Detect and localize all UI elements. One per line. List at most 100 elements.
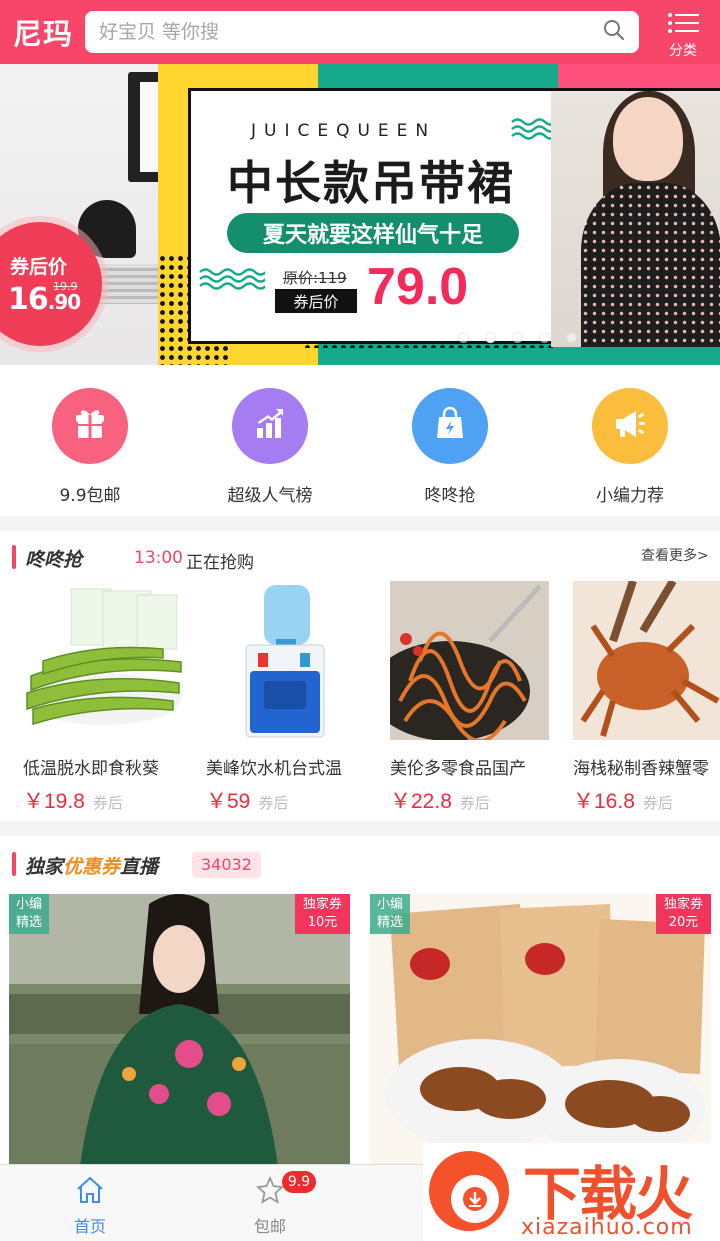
tab-free-shipping[interactable]: 包邮 9.9	[180, 1165, 360, 1241]
pager-dot[interactable]	[512, 332, 523, 343]
product-name: 海栈秘制香辣蟹零	[573, 759, 709, 779]
quicknav-label: 超级人气榜	[227, 486, 313, 506]
product-price: ￥19.8	[23, 790, 85, 813]
quicknav-free-shipping[interactable]: 9.9包邮	[0, 365, 180, 516]
search-icon[interactable]	[603, 19, 625, 45]
pager-dot[interactable]	[458, 332, 469, 343]
quicknav-editor-pick[interactable]: 小编力荐	[540, 365, 720, 516]
tab-label: 包邮	[253, 1217, 286, 1236]
menu-icon	[667, 12, 699, 38]
exclusive-coupon-badge: 独家券 20元	[656, 894, 711, 934]
app-logo[interactable]: 尼玛	[0, 0, 86, 64]
exclusive-title-c: 直播	[120, 856, 159, 878]
banner-orig-price: 原价:119	[283, 269, 347, 287]
banner-subtitle: 夏天就要这样仙气十足	[227, 213, 519, 253]
banner-pager	[458, 332, 577, 343]
quicknav-flash-sale[interactable]: 咚咚抢	[360, 365, 540, 516]
pager-dot[interactable]	[566, 332, 577, 343]
product-price: ￥22.8	[390, 790, 452, 813]
coupon-tag: 券后	[459, 794, 490, 812]
coupon-tag-title: 券后价	[10, 256, 68, 278]
fire-logo-icon	[429, 1151, 509, 1231]
top-header: 尼玛 分类	[0, 0, 720, 64]
search-box[interactable]	[85, 11, 639, 53]
exclusive-title-a: 独家	[25, 856, 64, 878]
product-name: 低温脱水即食秋葵	[23, 759, 159, 779]
product-card[interactable]: 小编 精选 独家券 10元	[9, 894, 350, 1174]
product-image-fashion	[9, 894, 350, 1174]
exclusive-coupon-badge: 独家券 10元	[295, 894, 350, 934]
product-price: ￥16.8	[573, 790, 635, 813]
flash-sale-list[interactable]: 低温脱水即食秋葵 ￥19.8 券后 美峰饮水机台式温 ￥59 券后 美伦多零食品…	[0, 581, 720, 821]
product-image-okra[interactable]	[23, 581, 182, 740]
price-row: ￥19.8 券后	[23, 785, 188, 815]
download-icon	[463, 1187, 487, 1211]
product-image-duck-snacks	[370, 894, 711, 1174]
app-page: 尼玛 分类 券后价 19.9 16.90	[0, 0, 720, 1241]
search-input[interactable]	[99, 21, 603, 43]
banner-carousel[interactable]: 券后价 19.9 16.90 JUICEQUEEN 中长款吊带裙 夏天就要这样仙…	[0, 64, 720, 365]
product-image-water-dispenser[interactable]	[206, 581, 365, 740]
quicknav-label: 咚咚抢	[424, 486, 476, 506]
flash-sale-item[interactable]: 美峰饮水机台式温 ￥59 券后	[206, 581, 371, 815]
pager-dot[interactable]	[485, 332, 496, 343]
quicknav-icon-bg	[232, 388, 308, 464]
product-price: ￥59	[206, 790, 251, 813]
flash-sale-title: 咚咚抢	[25, 549, 83, 571]
badge-amount: 10元	[307, 915, 338, 930]
coupon-tag: 券后	[258, 794, 289, 812]
quicknav-icon-bg	[412, 388, 488, 464]
quicknav-label: 小编力荐	[596, 486, 664, 506]
product-name: 美峰饮水机台式温	[206, 759, 342, 779]
home-icon	[75, 1175, 105, 1209]
monitor-screen	[140, 82, 160, 172]
product-name: 美伦多零食品国产	[390, 759, 526, 779]
coupon-tag: 券后	[642, 794, 673, 812]
category-label: 分类	[669, 43, 697, 59]
banner-coupon-label: 券后价	[275, 289, 357, 313]
wave-icon	[199, 267, 267, 295]
quicknav-icon-bg	[592, 388, 668, 464]
banner-price: 79.0	[367, 258, 469, 316]
coupon-tag-price-dec: .90	[47, 290, 81, 314]
chart-up-icon	[252, 406, 288, 446]
product-image-noodles[interactable]	[390, 581, 549, 740]
banner-brand: JUICEQUEEN	[251, 121, 437, 141]
section-accent-bar	[12, 545, 16, 569]
price-row: ￥22.8 券后	[390, 785, 555, 815]
banner-main-slide[interactable]: JUICEQUEEN 中长款吊带裙 夏天就要这样仙气十足 原价:119 券后价 …	[158, 64, 720, 365]
flash-sale-header: 咚咚抢 13:00 正在抢购 查看更多>	[0, 531, 720, 581]
product-image-crab[interactable]	[573, 581, 720, 740]
badge-label: 独家券	[663, 897, 703, 912]
price-row: ￥59 券后	[206, 785, 371, 815]
editor-pick-badge: 小编 精选	[370, 894, 410, 934]
tab-home[interactable]: 首页	[0, 1165, 180, 1241]
banner-left-slide[interactable]: 券后价 19.9 16.90	[0, 64, 168, 365]
banner-card: JUICEQUEEN 中长款吊带裙 夏天就要这样仙气十足 原价:119 券后价 …	[188, 88, 720, 347]
badge-amount: 20元	[668, 915, 699, 930]
badge-label: 独家券	[302, 897, 342, 912]
watermark-logo: 下载火 xiazaihuo.com	[423, 1143, 720, 1241]
model-dress	[581, 183, 720, 347]
flash-sale-item[interactable]: 低温脱水即食秋葵 ￥19.8 券后	[23, 581, 188, 815]
flash-sale-time: 13:00	[134, 548, 183, 568]
view-more-link[interactable]: 查看更多>	[641, 545, 709, 565]
megaphone-icon	[612, 406, 648, 446]
watermark-url: xiazaihuo.com	[521, 1215, 693, 1240]
tab-badge: 9.9	[282, 1171, 316, 1193]
flash-sale-item[interactable]: 海栈秘制香辣蟹零 ￥16.8 券后	[573, 581, 720, 815]
banner-title: 中长款吊带裙	[227, 156, 515, 210]
pager-dot[interactable]	[539, 332, 550, 343]
gift-icon	[72, 406, 108, 446]
coupon-tag-price-int: 16	[8, 282, 49, 317]
star-icon	[255, 1175, 285, 1209]
flash-sale-section: 咚咚抢 13:00 正在抢购 查看更多> 低温脱水即食秋葵 ￥19.8 券后 美…	[0, 531, 720, 821]
quicknav-icon-bg	[52, 388, 128, 464]
flash-sale-item[interactable]: 美伦多零食品国产 ￥22.8 券后	[390, 581, 555, 815]
product-card[interactable]: 小编 精选 独家券 20元	[370, 894, 711, 1174]
quicknav-label: 9.9包邮	[59, 486, 121, 506]
quicknav-popular[interactable]: 超级人气榜	[180, 365, 360, 516]
category-button[interactable]: 分类	[656, 12, 710, 59]
tab-label: 首页	[73, 1217, 106, 1236]
model-face	[613, 97, 683, 181]
